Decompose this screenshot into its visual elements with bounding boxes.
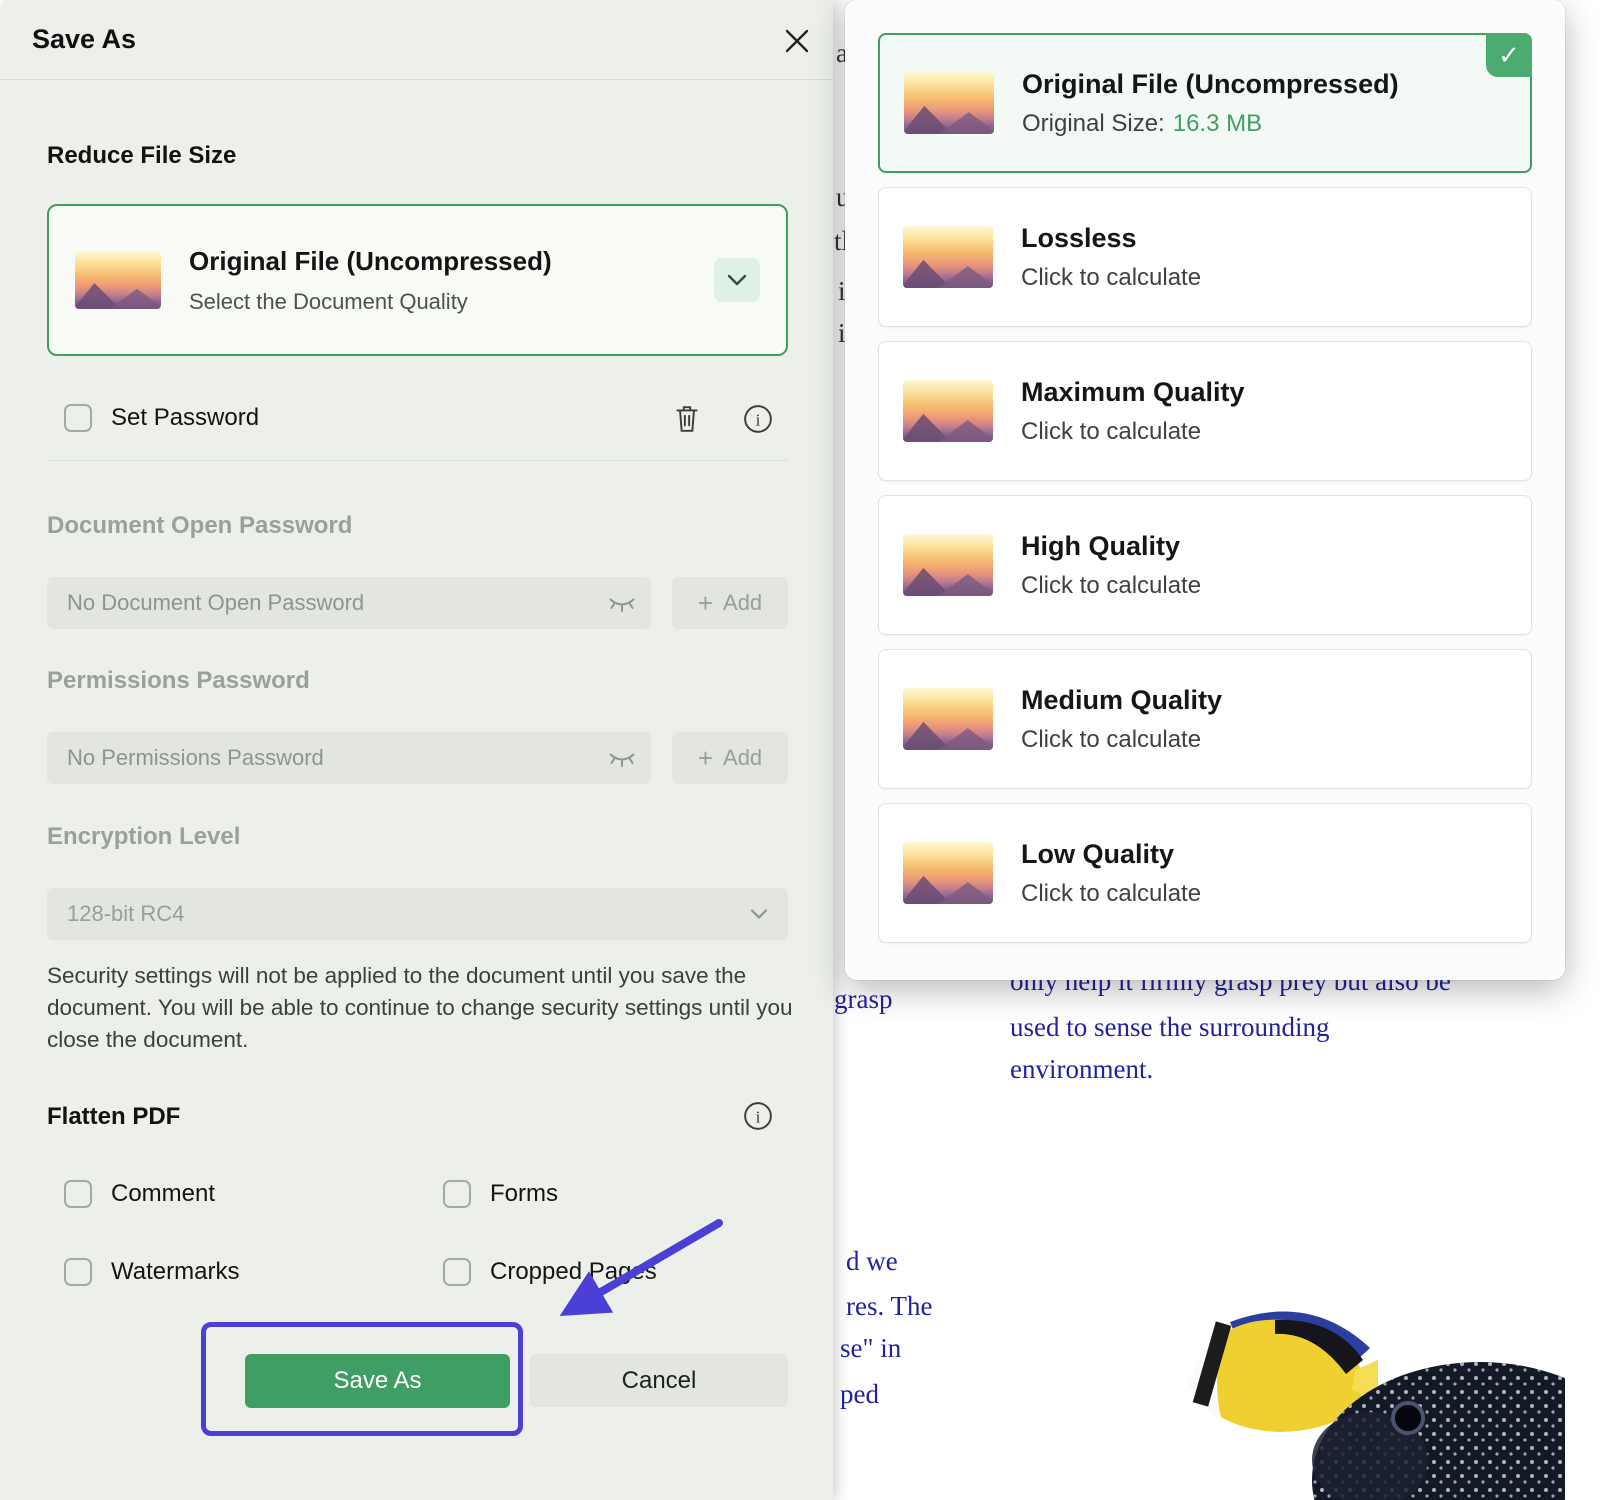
quality-subtitle: Original Size:16.3 MB [1022, 110, 1399, 138]
chevron-down-icon [750, 908, 768, 920]
quality-thumbnail [903, 380, 993, 442]
quality-selector-card[interactable]: Original File (Uncompressed) Select the … [47, 204, 788, 356]
add-permissions-password-button[interactable]: + Add [672, 732, 788, 784]
add-label: Add [723, 590, 762, 616]
dialog-title: Save As [32, 24, 136, 55]
quality-option[interactable]: Lossless Click to calculate [878, 187, 1532, 327]
quality-option[interactable]: ✓ Original File (Uncompressed) Original … [878, 33, 1532, 173]
quality-option[interactable]: High Quality Click to calculate [878, 495, 1532, 635]
quality-title: Lossless [1021, 223, 1201, 254]
quality-title: Low Quality [1021, 839, 1201, 870]
chevron-down-icon [726, 273, 748, 287]
document-text-fragment: res. The [846, 1291, 932, 1322]
flatten-option[interactable]: Watermarks [64, 1258, 443, 1286]
document-text-fragment: environment. [1010, 1054, 1153, 1085]
doc-open-password-input[interactable] [47, 577, 651, 629]
checkbox[interactable] [64, 1258, 92, 1286]
flatten-options: Comment Forms Watermarks Cropped Pages [64, 1180, 773, 1286]
quality-title: Medium Quality [1021, 685, 1222, 716]
quality-title: High Quality [1021, 531, 1201, 562]
quality-title: Original File (Uncompressed) [1022, 69, 1399, 100]
fish-photo [1150, 1290, 1565, 1500]
document-text-fragment: ped [840, 1379, 879, 1410]
set-password-checkbox[interactable] [64, 404, 92, 432]
quality-subtitle: Click to calculate [1021, 418, 1245, 446]
info-icon: i [743, 1101, 773, 1131]
quality-subtitle: Click to calculate [1021, 572, 1201, 600]
flatten-option-label: Cropped Pages [490, 1258, 657, 1286]
close-icon[interactable] [778, 22, 816, 60]
doc-open-password-label: Document Open Password [47, 512, 352, 540]
encryption-level-select[interactable]: 128-bit RC4 [47, 888, 788, 940]
quality-subtitle: Click to calculate [1021, 264, 1201, 292]
flatten-option[interactable]: Forms [443, 1180, 773, 1208]
header-divider [0, 79, 833, 80]
plus-icon: + [698, 745, 713, 771]
svg-text:i: i [756, 410, 761, 429]
quality-card-title: Original File (Uncompressed) [189, 246, 686, 277]
flatten-option[interactable]: Comment [64, 1180, 443, 1208]
quality-subtitle: Click to calculate [1021, 726, 1222, 754]
save-as-dialog: Save As Reduce File Size Original File (… [0, 0, 833, 1500]
add-label: Add [723, 745, 762, 771]
quality-dropdown-button[interactable] [714, 258, 760, 302]
trash-icon [674, 404, 700, 434]
quality-thumbnail [903, 534, 993, 596]
plus-icon: + [698, 590, 713, 616]
flatten-option-label: Forms [490, 1180, 558, 1208]
reduce-file-size-heading: Reduce File Size [47, 142, 236, 170]
svg-text:i: i [756, 1107, 761, 1126]
quality-thumbnail [903, 842, 993, 904]
encryption-level-value: 128-bit RC4 [67, 901, 184, 927]
set-password-row[interactable]: Set Password [64, 404, 259, 432]
quality-thumbnail [903, 688, 993, 750]
flatten-pdf-heading: Flatten PDF [47, 1103, 180, 1131]
checkbox[interactable] [443, 1180, 471, 1208]
flatten-option[interactable]: Cropped Pages [443, 1258, 773, 1286]
security-note: Security settings will not be applied to… [47, 960, 795, 1056]
quality-thumbnail [903, 226, 993, 288]
info-icon: i [743, 404, 773, 434]
permissions-password-input[interactable] [47, 732, 651, 784]
section-divider [47, 460, 788, 461]
permissions-password-label: Permissions Password [47, 667, 310, 695]
quality-thumbnail [904, 72, 994, 134]
document-text-fragment: used to sense the surrounding [1010, 1012, 1329, 1043]
quality-card-subtitle: Select the Document Quality [189, 289, 686, 315]
quality-options-popup: ✓ Original File (Uncompressed) Original … [845, 0, 1565, 980]
set-password-label: Set Password [111, 404, 259, 432]
document-text-fragment: d we [846, 1246, 898, 1277]
quality-subtitle: Click to calculate [1021, 880, 1201, 908]
delete-password-button[interactable] [670, 402, 704, 436]
flatten-option-label: Comment [111, 1180, 215, 1208]
flatten-info-button[interactable]: i [741, 1099, 775, 1133]
quality-title: Maximum Quality [1021, 377, 1245, 408]
save-as-button[interactable]: Save As [245, 1354, 510, 1408]
password-info-button[interactable]: i [741, 402, 775, 436]
encryption-level-label: Encryption Level [47, 823, 240, 851]
cancel-button[interactable]: Cancel [530, 1354, 788, 1407]
quality-option[interactable]: Medium Quality Click to calculate [878, 649, 1532, 789]
quality-thumbnail [75, 251, 161, 309]
selected-check-icon: ✓ [1486, 33, 1532, 77]
document-text-fragment: grasp [834, 984, 892, 1015]
flatten-option-label: Watermarks [111, 1258, 239, 1286]
checkbox[interactable] [443, 1258, 471, 1286]
quality-option[interactable]: Maximum Quality Click to calculate [878, 341, 1532, 481]
quality-option[interactable]: Low Quality Click to calculate [878, 803, 1532, 943]
add-doc-open-password-button[interactable]: + Add [672, 577, 788, 629]
checkbox[interactable] [64, 1180, 92, 1208]
document-text-fragment: se" in [840, 1333, 901, 1364]
